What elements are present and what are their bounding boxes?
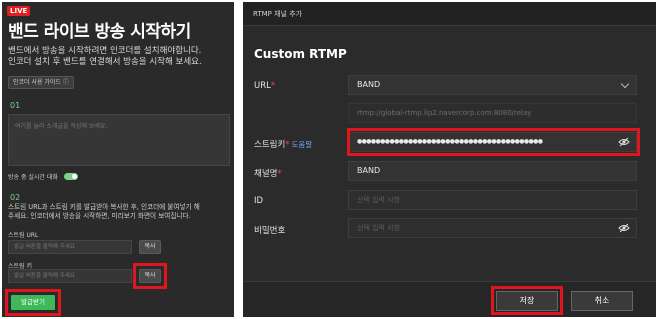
page-title: 밴드 라이브 방송 시작하기 [8,22,191,42]
chevron-down-icon [620,79,630,89]
channel-name-label-text: 채널명 [254,169,278,179]
url-value-field[interactable]: rtmp://global-rtmp.lip2.navercorp.com:80… [348,103,637,123]
help-link[interactable]: 도움말 [292,140,313,149]
rtmp-channel-dialog: RTMP 채널 추가 Custom RTMP URL* BAND rtmp://… [243,2,656,317]
intro-line-2: 인코더 설치 후 밴드를 연결해서 방송을 시작해 보세요. [8,57,202,67]
highlight-issue-button [5,289,61,316]
intro-description: 밴드에서 방송을 시작하려면 인코더를 설치해야합니다. 인코더 설치 후 밴드… [8,46,230,68]
highlight-stream-key [347,128,640,156]
copy-stream-url-button[interactable]: 복사 [139,240,161,254]
band-live-panel: LIVE 밴드 라이브 방송 시작하기 밴드에서 방송을 시작하려면 인코더를 … [2,2,234,317]
url-select-value: BAND [357,80,381,89]
stream-key-field[interactable]: 발급 버튼을 클릭해 주세요 [8,269,132,283]
id-input[interactable]: 선택 입력 사항 [348,190,637,210]
step-1-number: 01 [10,101,21,110]
id-label: ID [254,196,264,206]
step-2-description: 스트림 URL과 스트림 키를 발급받아 복사한 후, 인코더에 붙여넣기 해 … [8,203,232,221]
url-select[interactable]: BAND [348,75,637,95]
channel-name-label: 채널명* [254,167,282,179]
encoder-guide-button[interactable]: 인코더 사용 가이드 ⓘ [8,76,74,89]
step-2-line-1: 스트림 URL과 스트림 키를 발급받아 복사한 후, 인코더에 붙여넣기 해 [8,203,200,211]
password-placeholder: 선택 입력 사항 [357,224,401,232]
required-marker: * [277,169,282,179]
intro-line-1: 밴드에서 방송을 시작하려면 인코더를 설치해야합니다. [8,46,202,56]
live-chat-row: 방송 중 실시간 대화 [8,172,78,181]
url-label-text: URL [254,81,271,91]
section-title: Custom RTMP [254,47,347,61]
live-chat-label: 방송 중 실시간 대화 [8,174,58,181]
dialog-header-title: RTMP 채널 추가 [243,2,656,26]
channel-name-input[interactable]: BAND [348,161,637,181]
step-2-number: 02 [10,193,21,202]
highlight-save-button [491,286,563,315]
url-label: URL* [254,81,275,91]
stream-url-field[interactable]: 발급 버튼을 클릭해 주세요 [8,240,132,254]
highlight-copy-key [133,263,167,289]
required-marker: * [285,140,290,150]
stream-url-label: 스트림 URL [8,232,39,239]
required-marker: * [270,81,276,91]
stream-key-label-text: 스트림키 [254,140,286,150]
live-badge: LIVE [7,6,31,16]
stream-key-label: 스트림키* 도움말 [254,138,312,150]
live-chat-toggle[interactable] [63,173,78,180]
step-2-line-2: 주세요. 인코더에서 방송을 시작하면, 미리보기 화면이 보여집니다. [8,212,191,220]
intro-memo-input[interactable]: 여기를 눌러 소개글을 작성해 보세요. [8,114,230,166]
password-label: 비밀번호 [254,226,286,236]
cancel-button[interactable]: 취소 [571,291,633,311]
password-input[interactable]: 선택 입력 사항 [348,218,637,238]
eye-off-icon[interactable] [618,223,630,233]
